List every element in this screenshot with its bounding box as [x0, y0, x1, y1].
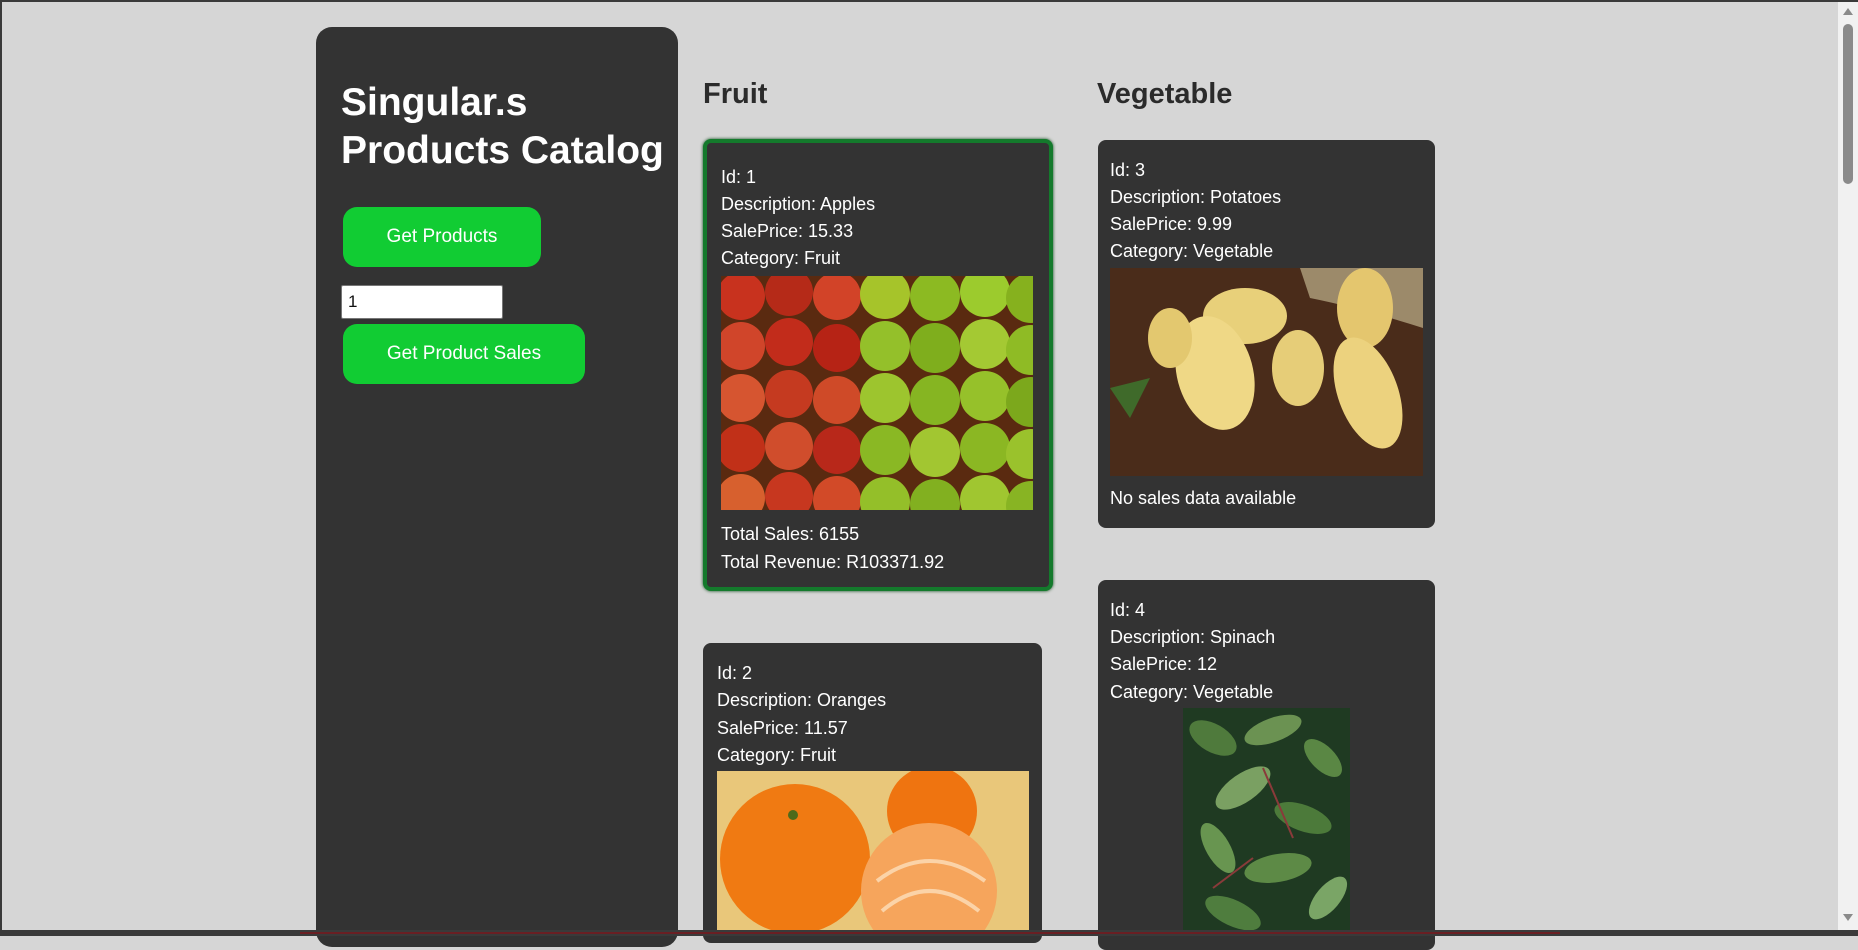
vegetable-column-title: Vegetable	[1097, 78, 1233, 110]
product-description: Description: Apples	[721, 194, 876, 214]
product-category: Category: Vegetable	[1110, 241, 1274, 261]
oranges-image	[717, 771, 1029, 931]
product-category: Category: Vegetable	[1110, 682, 1274, 702]
page-title: Singular.s Products Catalog	[341, 79, 671, 175]
scrollbar-thumb[interactable]	[1843, 24, 1853, 184]
product-card-oranges[interactable]: Id: 2 Description: Oranges SalePrice: 11…	[703, 643, 1042, 943]
scroll-up-arrow-icon[interactable]	[1843, 8, 1853, 15]
get-products-button[interactable]: Get Products	[343, 207, 541, 267]
product-sale-price: SalePrice: 9.99	[1110, 214, 1233, 234]
product-category: Category: Fruit	[717, 745, 837, 765]
spinach-image	[1183, 708, 1350, 934]
potatoes-image	[1110, 268, 1423, 476]
product-description: Description: Spinach	[1110, 627, 1276, 647]
product-total-sales: Total Sales: 6155	[721, 524, 860, 544]
product-card-potatoes[interactable]: Id: 3 Description: Potatoes SalePrice: 9…	[1098, 140, 1435, 528]
page-title-line2: Products Catalog	[341, 129, 664, 172]
product-id: Id: 4	[1110, 600, 1146, 620]
product-category: Category: Fruit	[721, 248, 841, 268]
window-bottom-border	[0, 930, 1858, 936]
sidebar-panel: Singular.s Products Catalog Get Products…	[316, 27, 678, 947]
product-id: Id: 3	[1110, 160, 1146, 180]
window-top-border	[0, 0, 1858, 2]
fruit-column-title: Fruit	[703, 78, 768, 110]
window-left-border	[0, 0, 2, 936]
page-title-line1: Singular.s	[341, 81, 528, 124]
product-total-revenue: Total Revenue: R103371.92	[721, 552, 945, 572]
product-card-spinach[interactable]: Id: 4 Description: Spinach SalePrice: 12…	[1098, 580, 1435, 950]
product-sales-note: No sales data available	[1110, 488, 1297, 508]
product-sale-price: SalePrice: 11.57	[717, 718, 848, 738]
product-sale-price: SalePrice: 12	[1110, 654, 1218, 674]
scroll-down-arrow-icon[interactable]	[1843, 914, 1853, 921]
product-id: Id: 2	[717, 663, 753, 683]
page-scrollbar[interactable]	[1838, 2, 1858, 930]
apples-image	[721, 276, 1033, 510]
product-sale-price: SalePrice: 15.33	[721, 221, 854, 241]
product-description: Description: Oranges	[717, 690, 887, 710]
product-card-apples[interactable]: Id: 1 Description: Apples SalePrice: 15.…	[703, 139, 1053, 591]
product-id: Id: 1	[721, 167, 757, 187]
product-description: Description: Potatoes	[1110, 187, 1282, 207]
get-product-sales-button[interactable]: Get Product Sales	[343, 324, 585, 384]
product-id-input[interactable]	[341, 285, 503, 319]
